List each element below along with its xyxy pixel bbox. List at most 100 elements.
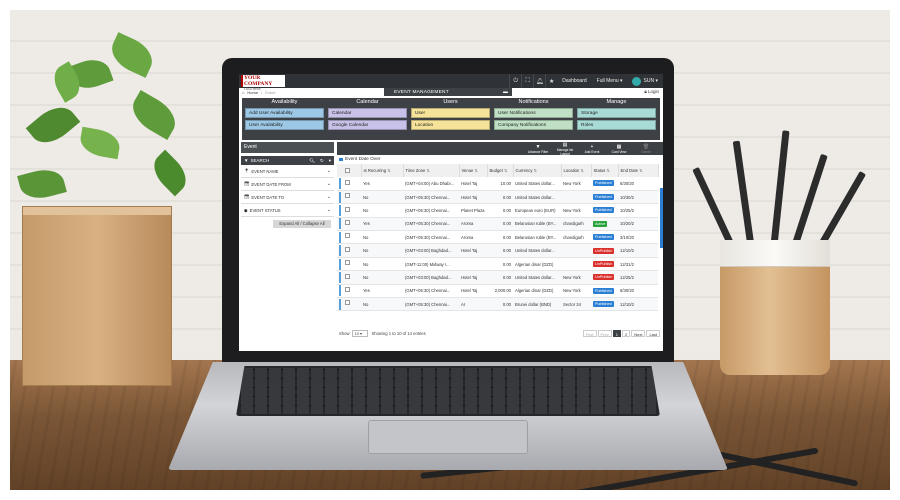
row-checkbox[interactable] [345, 219, 350, 225]
select-all-checkbox[interactable] [345, 167, 350, 173]
page-button-prev[interactable]: Prev [597, 329, 612, 337]
refresh-icon[interactable]: ↻ [320, 158, 324, 164]
row-checkbox[interactable] [345, 246, 350, 252]
chevron-down-icon[interactable]: ⌄ [327, 194, 334, 200]
menu-item[interactable]: Calendar [328, 108, 407, 118]
row-checkbox[interactable] [345, 193, 350, 199]
menu-item[interactable]: Google Calendar [328, 120, 407, 130]
sort-icon[interactable]: ⇅ [533, 168, 538, 173]
row-checkbox[interactable] [345, 179, 350, 185]
table-row[interactable]: No (GMT-11:00) Midway I... 0.00 Algerian di… [337, 257, 658, 272]
menu-item[interactable]: Company Notifications [494, 120, 573, 130]
search-icon[interactable]: 🔍︎ [309, 158, 315, 164]
scrollbar[interactable] [660, 188, 663, 248]
bell-icon[interactable]: 🔔︎ [533, 74, 545, 88]
filter-field[interactable]: ⬢ EVENT STATUS ⌄ [241, 204, 334, 217]
row-checkbox[interactable] [345, 206, 350, 212]
select-all-header [337, 164, 362, 177]
manage-list-layout-button[interactable]: ▤ Manage list Layout [552, 142, 578, 156]
column-header[interactable]: Currency ⇅ [513, 164, 562, 177]
menu-item[interactable]: User Notifications [494, 108, 573, 118]
user-menu[interactable]: SUN ▾ [644, 78, 663, 84]
row-checkbox[interactable] [345, 260, 350, 266]
table-cell: (GMT+05:30) Chennai... [403, 190, 459, 205]
chevron-down-icon[interactable]: ⌄ [327, 181, 334, 187]
row-checkbox[interactable] [345, 273, 350, 279]
page-button-next[interactable]: Next [631, 329, 646, 337]
login-link[interactable]: 🔒︎ Login [644, 89, 659, 94]
table-row[interactable]: No (GMT+03:00) Baghdad... Hotel Taj 0.00 Uni… [337, 243, 658, 258]
table-cell: No [361, 270, 403, 285]
menu-item[interactable]: Add User Availability [245, 108, 324, 118]
menu-item[interactable]: Storage [577, 108, 656, 118]
page-button-last[interactable]: Last [646, 329, 660, 337]
group-header[interactable]: Event Date Over [337, 155, 663, 164]
delete-button[interactable]: 🗑︎ Delete [633, 144, 659, 154]
search-bar[interactable]: ▼ SEARCH 🔍︎ ↻ ▾ [241, 156, 334, 165]
menu-item[interactable]: Roles [577, 120, 656, 130]
sort-icon[interactable]: ⇅ [638, 168, 643, 173]
table-cell: chandigarh [561, 217, 591, 232]
column-header[interactable]: Budget ⇅ [487, 164, 514, 177]
row-checkbox[interactable] [345, 233, 350, 239]
full-menu-link[interactable]: Full Menu ▾ [592, 78, 628, 84]
column-header[interactable]: Status ⇅ [591, 164, 619, 177]
table-cell: Published [591, 190, 618, 205]
sort-icon[interactable]: ⇅ [503, 168, 508, 173]
page-size-select[interactable]: 10 ▾ [352, 329, 369, 337]
filter-field[interactable]: 📅︎ EVENT DATE FROM ⌄ [241, 178, 334, 191]
dashboard-link[interactable]: Dashboard [557, 78, 591, 84]
pencil-cup [720, 240, 830, 375]
column-header[interactable]: Venue ⇅ [459, 164, 488, 177]
page-button-first[interactable]: First [582, 329, 597, 337]
filter-field[interactable]: 📅︎ EVENT DATE TO ⌄ [241, 191, 334, 204]
table-row[interactable]: No (GMT+05:30) Chennai... Planet Plaza 0.00… [337, 203, 658, 218]
power-icon[interactable]: ⏻ [509, 74, 521, 88]
sort-icon[interactable]: ⇅ [579, 168, 585, 173]
add-event-button[interactable]: + Add Event [579, 144, 605, 154]
page-button-1[interactable]: 1 [612, 329, 621, 337]
table-row[interactable]: No (GMT+03:00) Baghdad... Hotel Taj 0.00 Uni… [337, 270, 658, 285]
sort-icon[interactable]: ⇅ [605, 168, 611, 173]
row-checkbox[interactable] [345, 286, 350, 292]
fullscreen-icon[interactable]: ⛶ [521, 74, 533, 88]
expand-collapse-button[interactable]: Expand All / Collapse All [273, 220, 331, 228]
table-cell: 12/10/2 [618, 297, 658, 312]
column-header[interactable]: Time Zone ⇅ [403, 164, 460, 177]
star-icon[interactable]: ★ [545, 74, 557, 88]
table-row[interactable]: No (GMT+05:30) Chennai... Hotel Taj 0.00 Uni… [337, 190, 658, 205]
table-row[interactable]: Yes (GMT+05:30) Chennai... Hotel Taj 2,000.… [337, 284, 658, 299]
menu-item[interactable]: User [411, 108, 490, 118]
home-icon[interactable]: ⌂ [242, 90, 244, 95]
toolbar-label: Advance Filter [527, 149, 549, 154]
table-cell: Hotel Taj [459, 190, 487, 205]
chevron-down-icon[interactable]: ⌄ [327, 168, 334, 174]
sort-icon[interactable]: ⇅ [473, 168, 479, 173]
menu-item[interactable]: Location [411, 120, 490, 130]
breadcrumb-home[interactable]: Home [247, 90, 258, 95]
row-checkbox[interactable] [345, 300, 350, 306]
avatar[interactable] [631, 76, 641, 86]
table-row[interactable]: Yes (GMT+04:00) Abu Dhabi... Hotel Taj 10.0… [337, 177, 658, 191]
filter-field[interactable]: 📍︎ EVENT NAME ⌄ [241, 165, 334, 178]
table-cell: Active [591, 217, 618, 232]
sort-icon[interactable]: ⇅ [425, 168, 431, 173]
sort-icon[interactable]: ⇅ [386, 168, 391, 173]
card-view-button[interactable]: ▦ Card View [606, 144, 632, 154]
collapse-icon[interactable]: ▬ [503, 90, 508, 95]
chevron-down-icon[interactable]: ⌄ [327, 207, 334, 213]
advance-filter-button[interactable]: ▼ Advance Filter [525, 144, 551, 154]
company-logo[interactable]: YOUR COMPANY LOGO HERE [241, 75, 285, 91]
column-header[interactable]: Is Recurring ⇅ [361, 164, 404, 177]
table-row[interactable]: No (GMT+05:30) Chennai... Aroma 0.00 Belarus… [337, 230, 658, 245]
menu-item[interactable]: User Availability [245, 120, 324, 130]
table-row[interactable]: Yes (GMT+05:30) Chennai... Aroma 0.00 Belaru… [337, 217, 658, 232]
table-cell: No [361, 230, 403, 245]
chevron-down-icon[interactable]: ▾ [329, 158, 331, 164]
column-header[interactable]: Location ⇅ [561, 164, 592, 177]
table-cell: (GMT-11:00) Midway I... [403, 257, 459, 272]
page-button-2[interactable]: 2 [621, 329, 631, 337]
filter-panel: Event ▼ SEARCH 🔍︎ ↻ ▾ 📍︎ EVENT NAME ⌄ 📅︎ EVE… [241, 142, 334, 262]
column-header[interactable]: End Date ⇅ [618, 164, 659, 177]
table-row[interactable]: No (GMT+05:30) Chennai... AI 0.00 Brunei dol… [337, 297, 658, 312]
